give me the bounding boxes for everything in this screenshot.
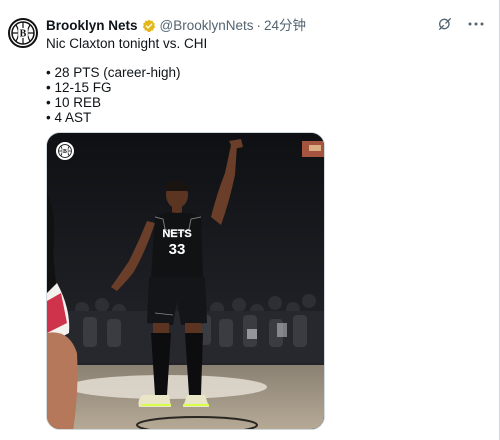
handle[interactable]: @BrooklynNets (160, 17, 254, 35)
separator-dot: · (256, 18, 262, 33)
tweet-text-line: • 10 REB (46, 95, 102, 110)
tweet-text-line: Nic Claxton tonight vs. CHI (46, 36, 208, 51)
tweet-text-line: • 4 AST (46, 110, 92, 125)
tweet-actions (437, 16, 485, 32)
svg-text:B: B (20, 29, 27, 40)
jersey-number: 33 (169, 241, 186, 258)
brooklyn-nets-logo-icon: B (11, 21, 35, 45)
display-name[interactable]: Brooklyn Nets (46, 17, 138, 35)
tweet-text-line: • 28 PTS (career-high) (46, 65, 181, 80)
svg-text:B: B (63, 149, 67, 155)
verified-badge-icon (142, 19, 156, 33)
nets-logo-icon: B (55, 141, 75, 161)
tweet[interactable]: B Brooklyn Nets @BrooklynNets · 24分钟 Nic… (0, 0, 500, 440)
jersey-team-text: NETS (162, 228, 191, 240)
player-photo: NETS 33 (47, 133, 324, 429)
tweet-photo[interactable]: NETS 33 B (46, 132, 325, 430)
avatar[interactable]: B (8, 18, 38, 48)
more-icon[interactable] (467, 16, 485, 32)
tweet-header: Brooklyn Nets @BrooklynNets · 24分钟 (46, 17, 429, 35)
tweet-text-line: • 12-15 FG (46, 80, 112, 95)
tweet-text: Nic Claxton tonight vs. CHI • 28 PTS (ca… (46, 36, 479, 125)
timestamp[interactable]: 24分钟 (264, 17, 306, 35)
grok-icon[interactable] (437, 16, 453, 32)
line-spacer (46, 51, 479, 65)
